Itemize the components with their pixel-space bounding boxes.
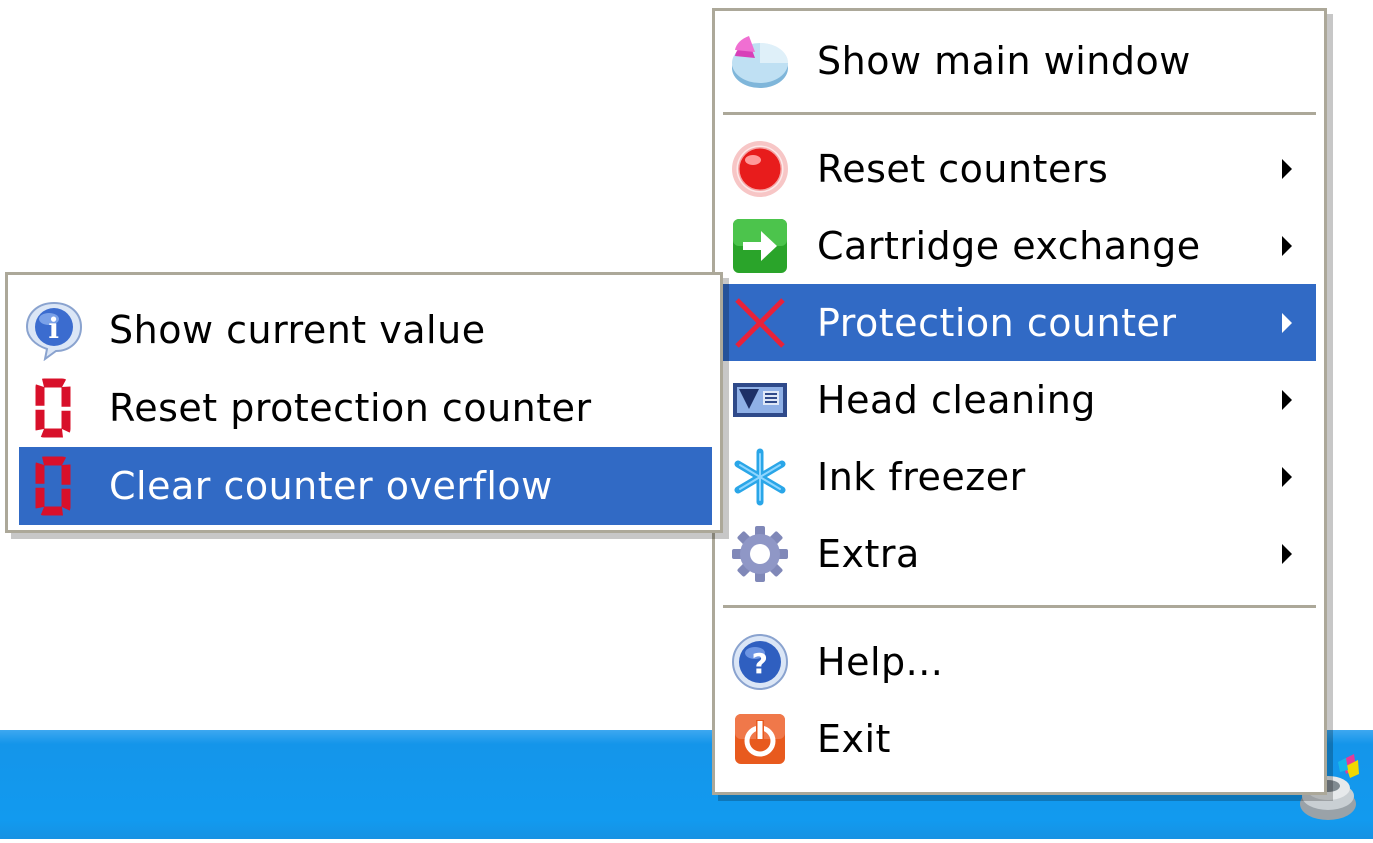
submenu-arrow-icon	[1282, 466, 1292, 487]
gear-icon	[729, 523, 791, 585]
menu-item-extra[interactable]: Extra	[723, 515, 1316, 592]
menu-item-help[interactable]: ? Help...	[723, 623, 1316, 700]
svg-text:?: ?	[752, 647, 769, 680]
submenu-item-label: Show current value	[109, 308, 486, 352]
submenu-arrow-icon	[1282, 312, 1292, 333]
printer-head-icon	[729, 369, 791, 431]
info-icon: i	[23, 299, 85, 361]
snowflake-icon	[729, 446, 791, 508]
menu-item-label: Extra	[817, 531, 920, 576]
red-zero-icon	[23, 377, 85, 439]
menu-item-label: Ink freezer	[817, 454, 1026, 499]
menu-item-label: Protection counter	[817, 300, 1177, 345]
menu-item-reset-counters[interactable]: Reset counters	[723, 130, 1316, 207]
submenu-arrow-icon	[1282, 158, 1292, 179]
red-zero-icon	[23, 455, 85, 517]
green-arrow-icon	[729, 215, 791, 277]
taskbar-bottom-edge	[0, 839, 1373, 843]
menu-item-ink-freezer[interactable]: Ink freezer	[723, 438, 1316, 515]
submenu-arrow-icon	[1282, 543, 1292, 564]
menu-item-cartridge-exchange[interactable]: Cartridge exchange	[723, 207, 1316, 284]
submenu-item-label: Clear counter overflow	[109, 464, 553, 508]
submenu-item-label: Reset protection counter	[109, 386, 592, 430]
red-ball-icon	[729, 138, 791, 200]
menu-item-show-main-window[interactable]: Show main window	[723, 22, 1316, 99]
menu-item-head-cleaning[interactable]: Head cleaning	[723, 361, 1316, 438]
protection-counter-submenu: i Show current value Reset protection co…	[5, 272, 723, 533]
submenu-arrow-icon	[1282, 235, 1292, 256]
menu-item-protection-counter[interactable]: Protection counter	[723, 284, 1316, 361]
menu-separator	[723, 605, 1316, 609]
menu-item-label: Exit	[817, 716, 891, 761]
menu-item-label: Reset counters	[817, 146, 1109, 191]
help-icon: ?	[729, 631, 791, 693]
menu-item-label: Help...	[817, 639, 944, 684]
power-icon	[729, 708, 791, 770]
main-context-menu: Show main window Reset counters Cartridg…	[712, 8, 1327, 795]
pie-chart-icon	[729, 30, 791, 92]
menu-item-exit[interactable]: Exit	[723, 700, 1316, 777]
submenu-item-show-current-value[interactable]: i Show current value	[19, 291, 712, 369]
menu-item-label: Show main window	[817, 38, 1191, 83]
menu-separator	[723, 112, 1316, 116]
red-x-icon	[729, 292, 791, 354]
submenu-item-clear-counter-overflow[interactable]: Clear counter overflow	[19, 447, 712, 525]
submenu-arrow-icon	[1282, 389, 1292, 410]
svg-text:i: i	[48, 312, 59, 345]
submenu-item-reset-protection-counter[interactable]: Reset protection counter	[19, 369, 712, 447]
menu-item-label: Head cleaning	[817, 377, 1096, 422]
menu-item-label: Cartridge exchange	[817, 223, 1201, 268]
